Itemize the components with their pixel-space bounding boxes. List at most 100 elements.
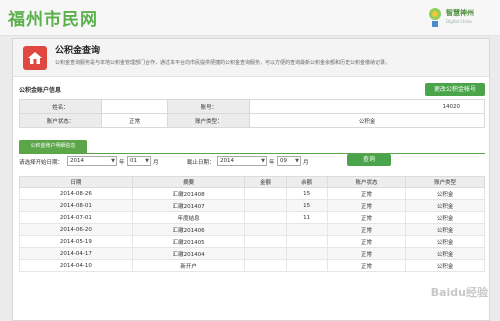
cell-status: 正常 <box>326 199 407 212</box>
cell-amount <box>244 223 287 236</box>
account-section-title: 公积金账户信息 <box>19 87 62 94</box>
account-info-row: 账户状态： 正常 账户类型： 公积金 <box>19 113 485 128</box>
cell-amount <box>244 259 287 272</box>
table-row: 2014-08-01 汇缴201407 15 正常 公积金 <box>19 199 485 212</box>
table-row: 2014-04-10 新开户 正常 公积金 <box>19 259 485 272</box>
start-year-select[interactable]: 2014 ▼ <box>67 156 117 166</box>
cell-balance: 15 <box>285 187 328 200</box>
account-number-value: 14020 <box>249 99 485 114</box>
cell-balance <box>285 235 328 248</box>
chevron-down-icon: ▼ <box>111 158 115 164</box>
cell-summary: 汇缴201405 <box>131 235 246 248</box>
chevron-down-icon: ▼ <box>261 158 265 164</box>
tab-divider <box>19 153 485 154</box>
col-summary[interactable]: 摘要 <box>131 176 246 188</box>
start-year-value: 2014 <box>70 158 84 164</box>
end-month-select[interactable]: 09 ▼ <box>277 156 301 166</box>
watermark: Baidu经验 <box>430 286 488 299</box>
col-type[interactable]: 账户类型 <box>405 176 485 188</box>
cell-summary: 汇缴201408 <box>131 187 246 200</box>
name-value <box>100 99 169 114</box>
cell-summary: 汇缴201404 <box>131 247 246 260</box>
account-status-value: 正常 <box>100 113 169 128</box>
cell-type: 公积金 <box>405 235 485 248</box>
cell-amount <box>244 187 287 200</box>
change-account-button[interactable]: 更改公积金帐号 <box>425 83 485 96</box>
cell-type: 公积金 <box>405 187 485 200</box>
table-header-row: 日期 摘要 金额 余额 账户状态 账户类型 <box>19 176 485 188</box>
brand-name: 智慧神州 <box>446 9 474 17</box>
cell-status: 正常 <box>326 211 407 224</box>
cell-date: 2014-08-26 <box>19 187 133 200</box>
table-row: 2014-07-01 年度结息 11 正常 公积金 <box>19 211 485 224</box>
chevron-down-icon: ▼ <box>145 158 149 164</box>
end-month-value: 09 <box>280 158 287 164</box>
site-logo[interactable]: 福州市民网 <box>8 5 98 30</box>
cell-status: 正常 <box>326 187 407 200</box>
name-label: 姓名： <box>19 99 102 114</box>
account-info-row: 姓名： 账号： 14020 <box>19 99 485 114</box>
start-month-value: 01 <box>130 158 137 164</box>
brand-subtitle: Digital China <box>446 19 472 24</box>
cell-amount <box>244 211 287 224</box>
tab-account-details[interactable]: 公积金账户明细信息 <box>19 140 87 153</box>
cell-summary: 汇缴201406 <box>131 223 246 236</box>
col-status[interactable]: 账户状态 <box>326 176 407 188</box>
hero-banner: 公积金查询 公积金查询服务是与本地公积金管理部门合作，通过本平台向市民提供便捷的… <box>13 39 489 77</box>
col-amount[interactable]: 金额 <box>244 176 287 188</box>
month-unit: 月 <box>303 160 309 166</box>
year-unit: 年 <box>269 160 275 166</box>
main-panel: 公积金查询 公积金查询服务是与本地公积金管理部门合作，通过本平台向市民提供便捷的… <box>12 38 490 321</box>
page-title: 公积金查询 <box>55 46 101 56</box>
cell-balance: 15 <box>285 199 328 212</box>
page-description: 公积金查询服务是与本地公积金管理部门合作，通过本平台向市民提供便捷的公积金查询服… <box>55 60 391 66</box>
chevron-down-icon: ▼ <box>295 158 299 164</box>
account-info-table: 姓名： 账号： 14020 账户状态： 正常 账户类型： 公积金 <box>19 99 485 128</box>
cell-balance <box>285 247 328 260</box>
cell-status: 正常 <box>326 259 407 272</box>
table-row: 2014-06-20 汇缴201406 正常 公积金 <box>19 223 485 236</box>
house-icon <box>23 46 47 70</box>
cell-type: 公积金 <box>405 247 485 260</box>
brand-logo[interactable]: 智慧神州 Digital China <box>428 6 488 32</box>
col-date[interactable]: 日期 <box>19 176 133 188</box>
cell-balance <box>285 223 328 236</box>
top-bar: 福州市民网 智慧神州 Digital China <box>0 0 500 36</box>
year-unit: 年 <box>119 160 125 166</box>
account-type-value: 公积金 <box>249 113 485 128</box>
cell-amount <box>244 235 287 248</box>
end-year-select[interactable]: 2014 ▼ <box>217 156 267 166</box>
cell-date: 2014-05-19 <box>19 235 133 248</box>
start-month-select[interactable]: 01 ▼ <box>127 156 151 166</box>
end-year-value: 2014 <box>220 158 234 164</box>
cell-status: 正常 <box>326 235 407 248</box>
cell-type: 公积金 <box>405 211 485 224</box>
cell-amount <box>244 199 287 212</box>
cell-status: 正常 <box>326 247 407 260</box>
end-date-label: 截止日期： <box>187 160 215 166</box>
cell-type: 公积金 <box>405 223 485 236</box>
cell-date: 2014-04-10 <box>19 259 133 272</box>
account-status-label: 账户状态： <box>19 113 102 128</box>
search-button[interactable]: 查询 <box>347 154 391 166</box>
account-number-label: 账号： <box>167 99 251 114</box>
table-row: 2014-04-17 汇缴201404 正常 公积金 <box>19 247 485 260</box>
col-balance[interactable]: 余额 <box>285 176 328 188</box>
cell-summary: 汇缴201407 <box>131 199 246 212</box>
cell-amount <box>244 247 287 260</box>
month-unit: 月 <box>153 160 159 166</box>
cell-type: 公积金 <box>405 259 485 272</box>
table-row: 2014-08-26 汇缴201408 15 正常 公积金 <box>19 187 485 200</box>
bulb-icon <box>429 8 441 27</box>
cell-summary: 年度结息 <box>131 211 246 224</box>
cell-date: 2014-06-20 <box>19 223 133 236</box>
cell-balance <box>285 259 328 272</box>
account-type-label: 账户类型： <box>167 113 251 128</box>
start-date-label: 请选择开始日期： <box>19 160 64 166</box>
cell-date: 2014-04-17 <box>19 247 133 260</box>
cell-type: 公积金 <box>405 199 485 212</box>
table-row: 2014-05-19 汇缴201405 正常 公积金 <box>19 235 485 248</box>
cell-date: 2014-07-01 <box>19 211 133 224</box>
transactions-table: 日期 摘要 金额 余额 账户状态 账户类型 2014-08-26 汇缴201408… <box>19 176 485 272</box>
cell-summary: 新开户 <box>131 259 246 272</box>
